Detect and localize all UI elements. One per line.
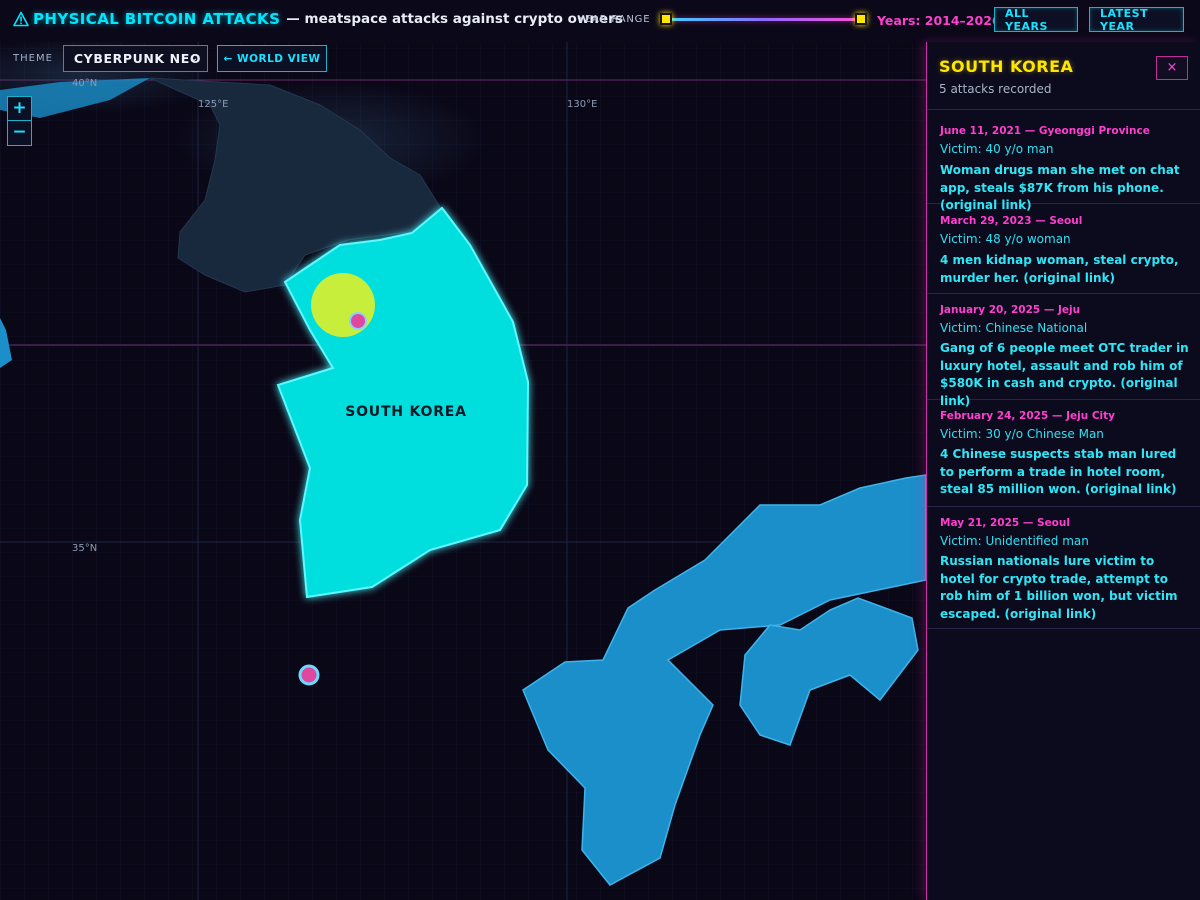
attack-victim: Victim: Chinese National (940, 321, 1088, 335)
country-detail-panel: SOUTH KOREA 5 attacks recorded × June 11… (926, 42, 1200, 900)
zoom-out-button[interactable]: − (7, 121, 32, 146)
attack-count: 5 attacks recorded (939, 82, 1052, 96)
attack-entry[interactable]: June 11, 2021 — Gyeonggi Province Victim… (927, 110, 1200, 212)
panel-title: SOUTH KOREA (939, 57, 1074, 76)
attack-entry[interactable]: February 24, 2025 — Jeju City Victim: 30… (927, 400, 1200, 507)
attack-date-location: June 11, 2021 — Gyeonggi Province (940, 125, 1150, 137)
app-title: PHYSICAL BITCOIN ATTACKS (33, 10, 281, 28)
map-canvas[interactable]: 40°N 35°N 125°E 130°E SOUTH KOREA (0, 42, 926, 900)
attack-victim: Victim: 48 y/o woman (940, 232, 1071, 246)
years-readout: Years: 2014–2026 (877, 13, 1001, 28)
attack-description-link[interactable]: 4 Chinese suspects stab man lured to per… (940, 446, 1192, 499)
attack-date-location: January 20, 2025 — Jeju (940, 304, 1081, 316)
lat-label-35: 35°N (72, 543, 97, 554)
brand: PHYSICAL BITCOIN ATTACKS — meatspace att… (13, 10, 623, 28)
attack-marker-jeju[interactable] (298, 664, 320, 686)
all-years-button[interactable]: ALL YEARS (994, 7, 1078, 33)
lon-label-125: 125°E (198, 99, 228, 110)
close-panel-button[interactable]: × (1156, 56, 1188, 80)
attack-marker-seoul[interactable] (349, 312, 367, 330)
attack-date-location: March 29, 2023 — Seoul (940, 215, 1083, 227)
attack-victim: Victim: 30 y/o Chinese Man (940, 427, 1104, 441)
attack-description-link[interactable]: 4 men kidnap woman, steal crypto, murder… (940, 252, 1192, 287)
year-range-track[interactable] (664, 18, 863, 21)
attack-victim: Victim: Unidentified man (940, 534, 1089, 548)
theme-select[interactable]: CYBERPUNK NEO ⌄ (62, 45, 208, 72)
warning-icon (13, 11, 29, 27)
lon-label-130: 130°E (567, 99, 597, 110)
latest-year-button[interactable]: LATEST YEAR (1089, 7, 1184, 33)
app-subtitle: — meatspace attacks against crypto owner… (286, 11, 623, 27)
chevron-down-icon: ⌄ (189, 53, 199, 64)
year-range-slider[interactable] (660, 13, 867, 27)
attack-description-link[interactable]: Russian nationals lure victim to hotel f… (940, 553, 1192, 623)
attack-date-location: February 24, 2025 — Jeju City (940, 410, 1116, 422)
year-range-end-handle[interactable] (855, 13, 867, 25)
theme-row: THEME CYBERPUNK NEO ⌄ (13, 45, 208, 72)
top-bar: PHYSICAL BITCOIN ATTACKS — meatspace att… (0, 0, 1200, 42)
attack-date-location: May 21, 2025 — Seoul (940, 517, 1070, 529)
year-range-start-handle[interactable] (660, 13, 672, 25)
attack-entry[interactable]: May 21, 2025 — Seoul Victim: Unidentifie… (927, 507, 1200, 629)
world-view-button[interactable]: ← WORLD VIEW (217, 45, 327, 72)
attack-entry[interactable]: March 29, 2023 — Seoul Victim: 48 y/o wo… (927, 204, 1200, 294)
panel-header: SOUTH KOREA 5 attacks recorded × (927, 42, 1200, 110)
theme-select-value: CYBERPUNK NEO (73, 51, 202, 66)
year-range-label: YEAR RANGE (578, 14, 651, 25)
attack-entry[interactable]: January 20, 2025 — Jeju Victim: Chinese … (927, 294, 1200, 408)
zoom-controls: + − (7, 96, 32, 146)
map-area[interactable]: 40°N 35°N 125°E 130°E SOUTH KOREA + − (0, 42, 926, 900)
lat-label-40: 40°N (72, 78, 97, 89)
zoom-in-button[interactable]: + (7, 96, 32, 121)
hotspot-cluster-seoul[interactable] (311, 273, 375, 337)
theme-label: THEME (13, 53, 53, 64)
attack-victim: Victim: 40 y/o man (940, 142, 1054, 156)
country-label-south-korea: SOUTH KOREA (345, 404, 467, 420)
